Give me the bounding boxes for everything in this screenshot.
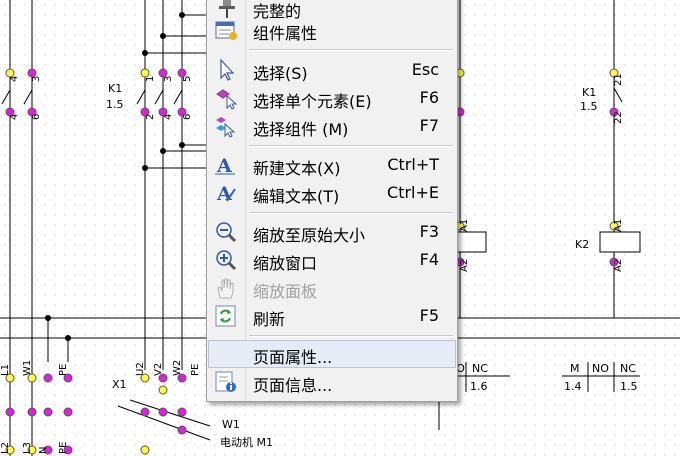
- menu-item-label: 组件属性: [253, 24, 318, 43]
- menu-separator: [249, 335, 453, 337]
- menu-item-label: 选择(S): [253, 64, 308, 83]
- menu-separator: [249, 145, 453, 147]
- terminal-center-1: U2: [135, 362, 146, 376]
- left-pin-top-1: 4: [9, 76, 20, 82]
- menu-item-label: 缩放窗口: [253, 254, 318, 273]
- terminal-center-3: W2: [172, 360, 183, 376]
- edit-text-icon: A: [213, 181, 239, 205]
- center-pin-top-2: 3: [163, 76, 174, 82]
- center-pin-bottom-3: 6: [182, 114, 193, 120]
- coil1-pin-top: A1: [459, 219, 470, 232]
- terminal-left-extra: PE: [58, 364, 69, 376]
- menu-item-shortcut: F5: [419, 306, 439, 325]
- terminal-x1-label: X1: [112, 378, 127, 391]
- menu-item-label: 新建文本(X): [253, 159, 341, 178]
- menu-item-shortcut: F3: [419, 222, 439, 241]
- menu-item-label: 页面属性...: [253, 348, 333, 367]
- menu-item-shortcut: F4: [419, 250, 439, 269]
- bottom-left-3: N: [38, 447, 49, 454]
- terminal-left-1: L1: [0, 364, 11, 376]
- left-contactor-label: K1: [108, 82, 122, 95]
- menu-separator: [249, 212, 453, 214]
- table2-header-nc: NC: [620, 362, 636, 375]
- page-info-icon: [213, 370, 239, 394]
- menu-item-zoom-panel[interactable]: 缩放面板: [207, 275, 457, 301]
- center-pin-bottom-2: 4: [163, 114, 174, 120]
- menu-item-select-component[interactable]: 选择组件 (M) F7: [207, 113, 457, 139]
- coil2-label: K2: [575, 238, 589, 251]
- menu-item-label: 编辑文本(T): [253, 187, 340, 206]
- menu-item-zoom-window[interactable]: 缩放窗口 F4: [207, 247, 457, 273]
- zoom-in-icon: [213, 248, 239, 272]
- menu-item-edit-text[interactable]: A 编辑文本(T) Ctrl+E: [207, 180, 457, 206]
- menu-item-shortcut: F6: [419, 88, 439, 107]
- center-pin-top-3: 5: [182, 76, 193, 82]
- bottom-left-4: PE: [58, 442, 69, 454]
- hand-icon: [213, 276, 239, 300]
- table2-value-2: 1.5: [620, 380, 638, 393]
- menu-item-label: 选择组件 (M): [253, 120, 349, 139]
- center-pin-top-1: 1: [145, 76, 156, 82]
- refresh-icon: [213, 304, 239, 328]
- menu-item-shortcut: F7: [419, 116, 439, 135]
- motor-wire-label: W1: [222, 418, 240, 431]
- context-menu: 完整的 组件属性 选择(S) Esc 选择单个元素(E) F6 选择组件 (M)…: [206, 0, 458, 402]
- menu-item-zoom-original[interactable]: 缩放至原始大小 F3: [207, 219, 457, 245]
- table2-header-no: NO: [592, 362, 609, 375]
- component-properties-icon: [213, 18, 239, 42]
- terminal-center-4: PE: [190, 364, 201, 376]
- select-element-icon: [213, 86, 239, 110]
- menu-item-page-info[interactable]: 页面信息...: [207, 369, 457, 395]
- left-pin-bottom-1: 4: [9, 114, 20, 120]
- table1-value: 1.6: [470, 380, 488, 393]
- menu-item-select[interactable]: 选择(S) Esc: [207, 57, 457, 83]
- right-pin-bottom: 22: [613, 111, 624, 124]
- menu-item-page-properties[interactable]: 页面属性...: [208, 340, 456, 368]
- svg-text:A: A: [216, 183, 232, 205]
- right-pin-top: 21: [613, 73, 624, 86]
- coil2-pin-top: A1: [613, 219, 624, 232]
- left-pin-bottom-2: 6: [31, 114, 42, 120]
- left-pin-top-2: 3: [31, 76, 42, 82]
- menu-item-new-text[interactable]: A 新建文本(X) Ctrl+T: [207, 152, 457, 178]
- right-contactor-label: K1: [582, 86, 596, 99]
- new-text-icon: A: [213, 153, 239, 177]
- table2-value-1: 1.4: [564, 380, 582, 393]
- coil2-pin-bottom: A2: [613, 259, 624, 272]
- menu-item-label: 缩放至原始大小: [253, 226, 366, 245]
- coil1-pin-bottom: A2: [459, 259, 470, 272]
- table2-header-m: M: [570, 362, 580, 375]
- table1-header-nc: NC: [472, 362, 488, 375]
- menu-item-label: 选择单个元素(E): [253, 92, 372, 111]
- menu-item-label: 页面信息...: [253, 376, 333, 395]
- menu-item-shortcut: Esc: [411, 60, 439, 79]
- menu-item-component-properties[interactable]: 组件属性: [207, 17, 457, 43]
- cursor-arrow-icon: [213, 58, 239, 82]
- motor-label: 电动机 M1: [220, 435, 273, 449]
- bottom-left-1: L2: [0, 442, 11, 454]
- center-pin-bottom-1: 2: [145, 114, 156, 120]
- menu-item-shortcut: Ctrl+T: [387, 155, 439, 174]
- menu-item-shortcut: Ctrl+E: [387, 183, 439, 202]
- menu-item-refresh[interactable]: 刷新 F5: [207, 303, 457, 329]
- zoom-out-icon: [213, 220, 239, 244]
- bottom-left-2: L3: [22, 442, 33, 454]
- select-component-icon: [213, 114, 239, 138]
- menu-item-label: 缩放面板: [253, 282, 318, 301]
- menu-item-select-single-element[interactable]: 选择单个元素(E) F6: [207, 85, 457, 111]
- menu-separator: [249, 49, 453, 51]
- terminal-center-2: V2: [153, 363, 164, 376]
- menu-item-label: 刷新: [253, 310, 286, 329]
- terminal-left-2: W1: [22, 360, 33, 376]
- right-contactor-value: 1.5: [580, 100, 598, 113]
- left-contactor-value: 1.5: [106, 98, 124, 111]
